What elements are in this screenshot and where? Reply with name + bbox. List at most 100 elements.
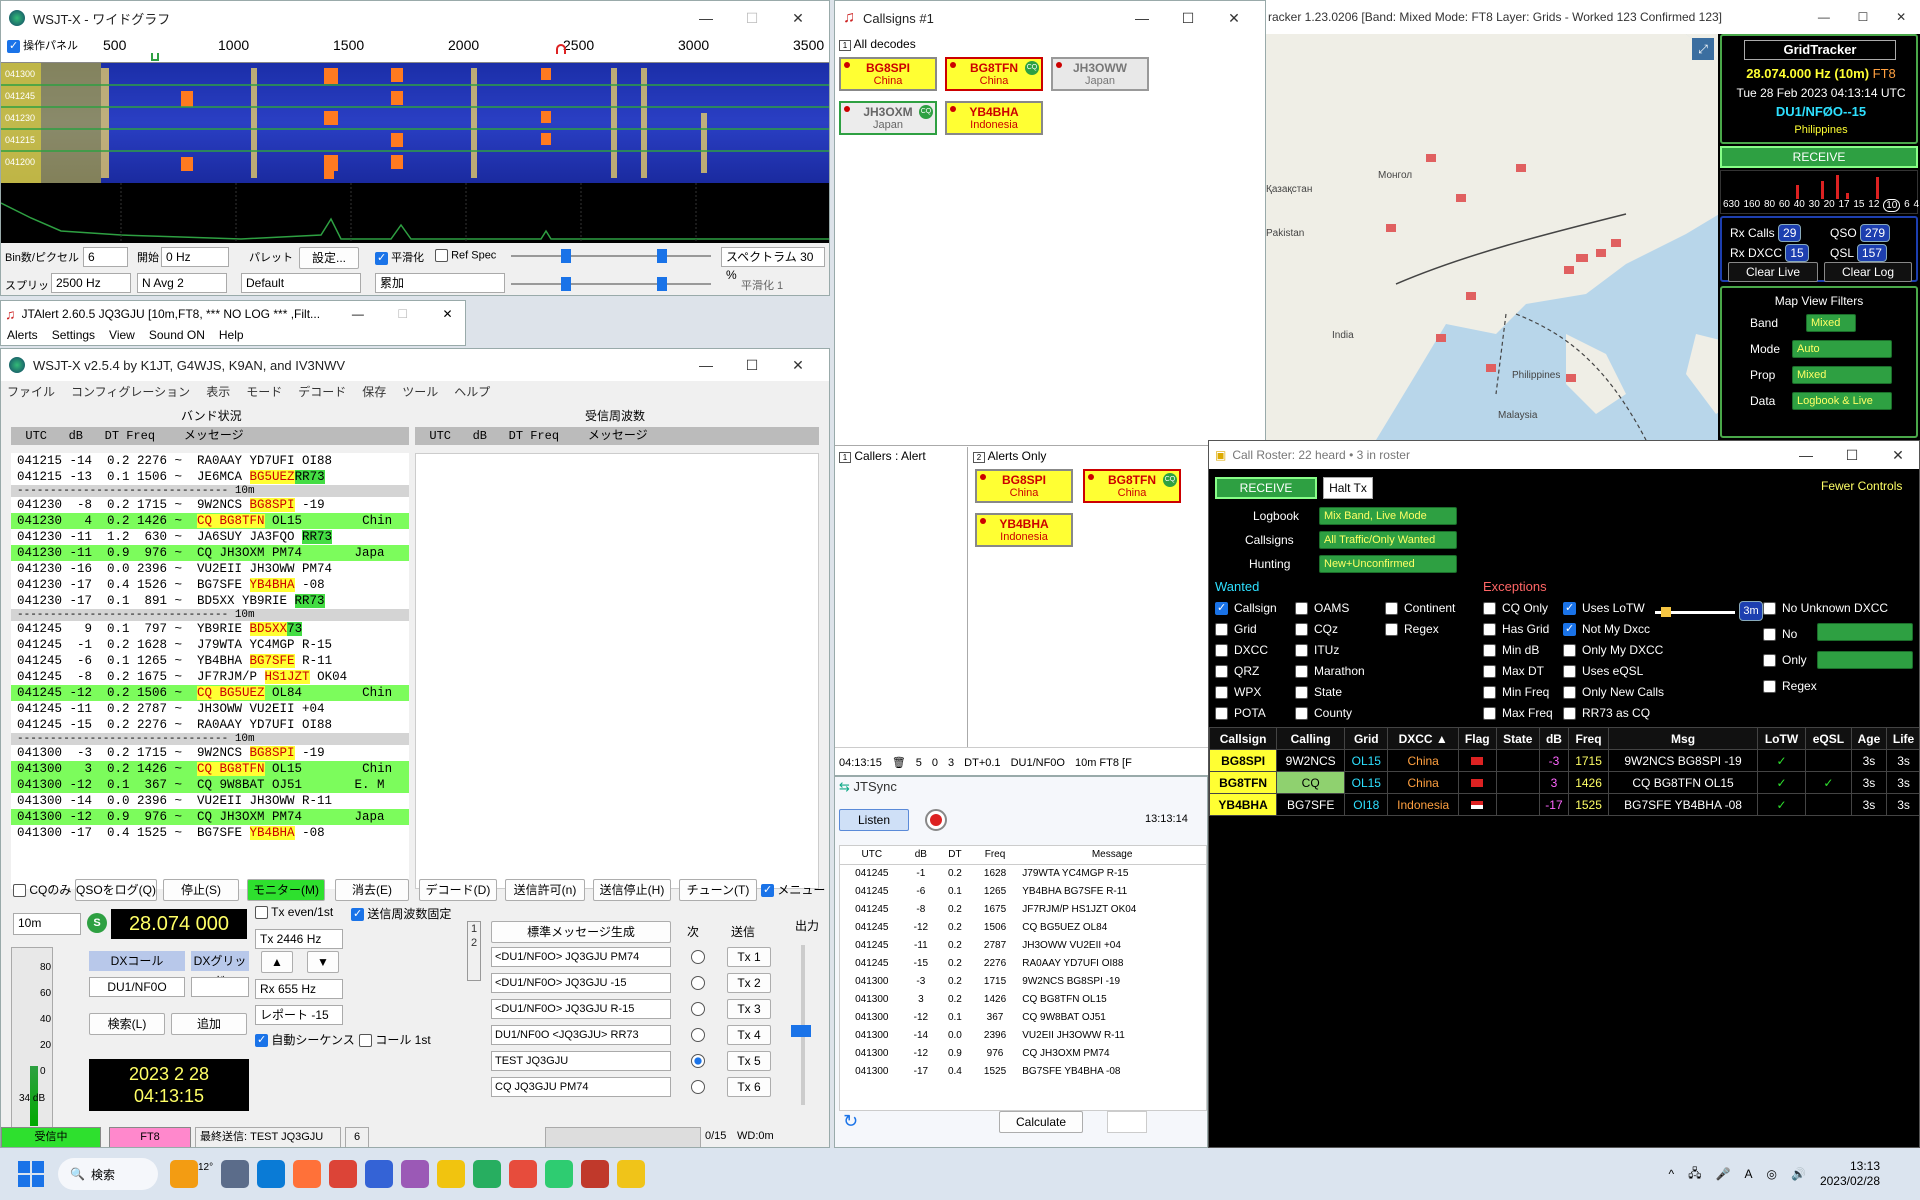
callsign-tile[interactable]: BG8TFN China CQ <box>945 57 1043 91</box>
callsign-tile[interactable]: BG8SPI China <box>975 469 1073 503</box>
refspec-checkbox[interactable] <box>435 249 448 262</box>
roster-option[interactable]: CQ Only <box>1483 601 1548 616</box>
calculate-button[interactable]: Calculate <box>999 1111 1083 1133</box>
spectrum-type-select[interactable]: 累加 <box>375 273 505 293</box>
main-menu-item[interactable]: 表示 <box>206 383 230 400</box>
band-label[interactable]: 160 <box>1743 199 1760 212</box>
jtalert-menu-item[interactable]: Sound ON <box>149 328 205 342</box>
roster-option[interactable]: County <box>1295 706 1352 721</box>
tx-next-radio[interactable] <box>691 950 705 964</box>
tx-next-radio[interactable] <box>691 1054 705 1068</box>
maximize-icon[interactable]: ☐ <box>1858 10 1869 24</box>
maximize-icon[interactable]: ☐ <box>383 307 422 321</box>
roster-option[interactable]: QRZ <box>1215 664 1259 679</box>
monitor-button[interactable]: モニター(M) <box>247 879 325 901</box>
callsign-tile[interactable]: BG8TFN China CQ <box>1083 469 1181 503</box>
period-separator[interactable]: -------------------------------- 10m <box>11 485 409 497</box>
roster-checkbox[interactable] <box>1483 602 1496 616</box>
roster-checkbox[interactable] <box>1215 644 1228 658</box>
close-icon[interactable]: ✕ <box>775 357 821 374</box>
roster-checkbox[interactable] <box>1295 644 1308 658</box>
gain-slider-thumb[interactable] <box>561 249 571 263</box>
callsign-tile[interactable]: YB4BHA Indonesia <box>975 513 1073 547</box>
callsigns-select[interactable]: All Traffic/Only Wanted <box>1319 531 1457 549</box>
tx-marker[interactable] <box>556 44 566 54</box>
main-menu-item[interactable]: コンフィグレーション <box>71 383 190 400</box>
roster-option[interactable]: Uses eQSL <box>1563 664 1643 679</box>
erase-button[interactable]: 消去(E) <box>335 879 409 901</box>
stop-button[interactable]: 停止(S) <box>163 879 239 901</box>
enable-tx-button[interactable]: 送信許可(n) <box>505 879 585 901</box>
jtalert-menu-item[interactable]: View <box>109 328 135 342</box>
roster-option[interactable]: Only New Calls <box>1563 685 1664 700</box>
jtsync-row[interactable]: 041245 -15 0.2 2276 RA0AAY YD7UFI OI88 <box>840 954 1206 972</box>
tx-message-field[interactable]: <DU1/NF0O> JQ3GJU -15 <box>491 973 671 993</box>
lotw-age-thumb[interactable] <box>1661 607 1671 617</box>
smooth-checkbox[interactable] <box>375 251 388 265</box>
roster-option[interactable]: DXCC <box>1215 643 1268 658</box>
band-label[interactable]: 30 <box>1809 199 1820 212</box>
roster-col-header[interactable]: dB <box>1538 727 1569 750</box>
roster-option[interactable]: ITUz <box>1295 643 1339 658</box>
music-icon[interactable] <box>581 1160 610 1188</box>
filter-data-value[interactable]: Logbook & Live <box>1792 392 1892 410</box>
ime-indicator[interactable]: A <box>1744 1167 1752 1181</box>
roster-col-header[interactable]: State <box>1495 727 1540 750</box>
dx-call-input[interactable]: DU1/NF0O <box>89 977 185 997</box>
tx-message-field[interactable]: CQ JQ3GJU PM74 <box>491 1077 671 1097</box>
clear-live-button[interactable]: Clear Live <box>1728 262 1818 282</box>
decode-row[interactable]: 041300 -12 0.9 976 ~ CQ JH3OXM PM74 Japa <box>11 809 409 825</box>
band-select[interactable]: 10m <box>13 913 81 935</box>
roster-option[interactable]: Only My DXCC <box>1563 643 1663 658</box>
decode-row[interactable]: 041230 -11 0.9 976 ~ CQ JH3OXM PM74 Japa <box>11 545 409 561</box>
roster-option[interactable]: No <box>1763 627 1797 642</box>
flat-slider-thumb[interactable] <box>657 277 667 291</box>
main-menu-item[interactable]: モード <box>246 383 282 400</box>
jtsync-row[interactable]: 041245 -1 0.2 1628 J79WTA YC4MGP R-15 <box>840 864 1206 882</box>
decode-row[interactable]: 041230 -8 0.2 1715 ~ 9W2NCS BG8SPI -19 <box>11 497 409 513</box>
maximize-icon[interactable]: ☐ <box>1165 10 1211 27</box>
callsign-tile[interactable]: JH3OXM Japan CQ <box>839 101 937 135</box>
roster-option[interactable]: No Unknown DXCC <box>1763 601 1888 616</box>
roster-checkbox[interactable] <box>1295 686 1308 700</box>
jtalert-taskbar-icon[interactable] <box>509 1160 538 1188</box>
roster-option[interactable]: RR73 as CQ <box>1563 706 1650 721</box>
roster-checkbox[interactable] <box>1483 686 1496 700</box>
roster-checkbox[interactable] <box>1763 654 1776 668</box>
roster-option[interactable]: CQz <box>1295 622 1338 637</box>
band-label[interactable]: 630 <box>1723 199 1740 212</box>
trash-icon[interactable]: 🗑 <box>892 756 906 769</box>
tx-next-radio[interactable] <box>691 1002 705 1016</box>
output-slider-thumb[interactable] <box>791 1025 811 1037</box>
jtsync-row[interactable]: 041300 -12 0.1 367 CQ 9W8BAT OJ51 <box>840 1008 1206 1026</box>
decode-row[interactable]: 041230 4 0.2 1426 ~ CQ BG8TFN OL15 Chin <box>11 513 409 529</box>
decode-row[interactable]: 041230 -17 0.1 891 ~ BD5XX YB9RIE RR73 <box>11 593 409 609</box>
start-icon[interactable] <box>18 1161 44 1187</box>
roster-checkbox[interactable] <box>1763 602 1776 616</box>
roster-option[interactable]: Grid <box>1215 622 1257 637</box>
band-label[interactable]: 17 <box>1838 199 1849 212</box>
roster-option[interactable]: Regex <box>1763 679 1817 694</box>
roster-col-header[interactable]: Callsign <box>1209 727 1278 750</box>
hunting-select[interactable]: New+Unconfirmed <box>1319 555 1457 573</box>
main-menu-item[interactable]: 保存 <box>362 383 386 400</box>
callsign-tile[interactable]: BG8SPI China <box>839 57 937 91</box>
period-separator[interactable]: -------------------------------- 10m <box>11 609 409 621</box>
band-label[interactable]: 10 <box>1883 199 1901 212</box>
minimize-icon[interactable]: — <box>1783 447 1829 464</box>
roster-checkbox[interactable] <box>1483 665 1496 679</box>
callsign-tile[interactable]: YB4BHA Indonesia <box>945 101 1043 135</box>
level-slider[interactable] <box>511 283 711 285</box>
period-separator[interactable]: -------------------------------- 10m <box>11 733 409 745</box>
weather-icon[interactable] <box>170 1160 198 1188</box>
jtalert-menu-item[interactable]: Settings <box>52 328 95 342</box>
tx-send-button[interactable]: Tx 4 <box>727 1025 771 1045</box>
minimize-icon[interactable]: — <box>683 357 729 374</box>
roster-option[interactable]: Callsign <box>1215 601 1277 616</box>
filter-band-value[interactable]: Mixed <box>1806 314 1856 332</box>
roster-checkbox[interactable] <box>1563 707 1576 721</box>
band-label[interactable]: 80 <box>1764 199 1775 212</box>
zero-slider-thumb[interactable] <box>657 249 667 263</box>
halt-tx-button[interactable]: 送信停止(H) <box>593 879 671 901</box>
chrome-icon[interactable] <box>329 1160 358 1188</box>
